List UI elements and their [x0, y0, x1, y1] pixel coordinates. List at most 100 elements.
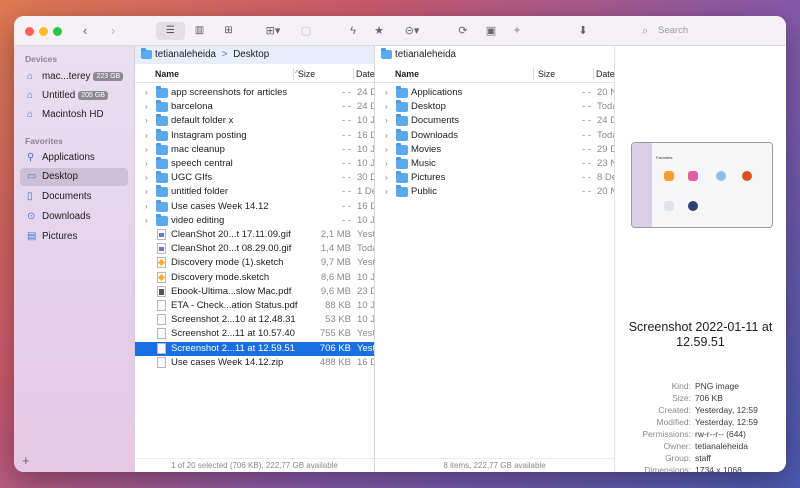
column-header: Name ^ Size Date: [135, 65, 375, 83]
meta-key: Created:: [658, 405, 691, 415]
file-row[interactable]: › video editing - - 10 J: [135, 213, 374, 228]
disclosure-chevron-icon[interactable]: ›: [145, 143, 148, 157]
sparkle-icon[interactable]: ✦: [510, 22, 524, 40]
file-date: Yest: [357, 257, 374, 269]
file-row[interactable]: › app screenshots for articles - - 24 D: [135, 86, 374, 100]
file-size: - -: [342, 214, 351, 226]
column-date-header[interactable]: Date: [596, 65, 615, 83]
file-row[interactable]: Use cases Week 14.12.zip 488 KB 16 D: [135, 356, 374, 370]
quick-action-icon[interactable]: ϟ: [346, 22, 360, 40]
file-row[interactable]: › Pictures - - 8 De: [375, 171, 614, 185]
sidebar-item-desktop[interactable]: ▭ Desktop: [20, 168, 128, 186]
disclosure-chevron-icon[interactable]: ›: [385, 100, 388, 114]
breadcrumb-leaf[interactable]: Desktop: [233, 49, 269, 60]
file-row[interactable]: › Movies - - 29 D: [375, 142, 614, 157]
sidebar-item-device-2[interactable]: ⌂ Untitled 205 GB: [20, 87, 128, 105]
file-row[interactable]: Screenshot 2...10 at 12.48.31 53 KB 10 J: [135, 313, 374, 327]
file-size: - -: [342, 158, 351, 169]
sidebar-item-downloads[interactable]: ⊙ Downloads: [20, 208, 128, 226]
search-input[interactable]: ⌕ Search: [636, 22, 776, 40]
add-sidebar-item-icon[interactable]: +: [22, 453, 30, 468]
disclosure-chevron-icon[interactable]: ›: [385, 114, 388, 128]
group-by-icon[interactable]: ⊞▾: [260, 22, 286, 40]
file-row[interactable]: › untitled folder - - 1 De: [135, 185, 374, 199]
terminal-icon[interactable]: ▣: [484, 22, 498, 40]
column-name-header[interactable]: Name: [155, 65, 179, 83]
file-row[interactable]: › default folder x - - 10 J: [135, 114, 374, 128]
columns-view-icon[interactable]: ▥: [185, 22, 214, 40]
folder-icon: [396, 185, 408, 198]
file-row[interactable]: › Desktop - - Toda: [375, 100, 614, 114]
sidebar-item-applications[interactable]: ⚲ Applications: [20, 149, 128, 167]
disclosure-chevron-icon[interactable]: ›: [145, 185, 148, 199]
disclosure-chevron-icon[interactable]: ›: [385, 157, 388, 171]
column-size-header[interactable]: Size: [538, 65, 555, 83]
sidebar-item-documents[interactable]: ▯ Documents: [20, 188, 128, 206]
icon-view-icon[interactable]: ⊞: [214, 22, 243, 40]
file-row[interactable]: › barcelona - - 24 D: [135, 100, 374, 114]
disclosure-chevron-icon[interactable]: ›: [385, 143, 388, 157]
file-row[interactable]: Screenshot 2...11 at 10.57.40 755 KB Yest: [135, 327, 374, 341]
disclosure-chevron-icon[interactable]: ›: [385, 185, 388, 199]
disclosure-chevron-icon[interactable]: ›: [145, 157, 148, 171]
file-row[interactable]: › mac cleanup - - 10 J: [135, 142, 374, 157]
meta-row: Permissions: rw-r--r-- (644): [615, 428, 786, 440]
folder-icon: [396, 128, 408, 141]
file-row[interactable]: › Documents - - 24 D: [375, 114, 614, 128]
preview-thumbnail[interactable]: Favorites: [631, 142, 773, 228]
refresh-icon[interactable]: ⟳: [456, 22, 470, 40]
pdf-file-icon: [157, 285, 166, 297]
file-row[interactable]: Discovery mode.sketch 8,6 MB 10 J: [135, 271, 374, 285]
chevron-left-icon[interactable]: ‹: [78, 22, 92, 40]
zoom-window-button[interactable]: [53, 27, 62, 36]
file-row[interactable]: › Use cases Week 14.12 - - 16 D: [135, 199, 374, 214]
more-actions-icon[interactable]: ⊝▾: [400, 22, 424, 40]
file-row[interactable]: › Downloads - - Toda: [375, 128, 614, 143]
minimize-window-button[interactable]: [39, 27, 48, 36]
file-name: Music: [411, 158, 436, 169]
list-view-icon[interactable]: ☰: [156, 22, 185, 40]
disclosure-chevron-icon[interactable]: ›: [385, 171, 388, 185]
disclosure-chevron-icon[interactable]: ›: [145, 171, 148, 185]
search-placeholder: Search: [658, 25, 689, 36]
column-name-header[interactable]: Name: [395, 65, 419, 83]
sidebar-item-pictures[interactable]: ▤ Pictures: [20, 228, 128, 246]
file-row[interactable]: › Applications - - 20 N: [375, 86, 614, 100]
breadcrumb-root[interactable]: tetianaleheida: [395, 49, 456, 60]
close-window-button[interactable]: [25, 27, 34, 36]
meta-key: Owner:: [663, 441, 691, 451]
disclosure-chevron-icon[interactable]: ›: [145, 214, 148, 228]
download-circle-icon[interactable]: ⬇: [576, 22, 590, 40]
file-row[interactable]: Discovery mode (1).sketch 9,7 MB Yest: [135, 256, 374, 270]
disclosure-chevron-icon[interactable]: ›: [145, 86, 148, 100]
file-size: 755 KB: [319, 328, 351, 340]
file-row[interactable]: Screenshot 2...11 at 12.59.51 706 KB Yest: [135, 341, 374, 356]
file-row[interactable]: › Instagram posting - - 16 D: [135, 128, 374, 143]
file-row[interactable]: CleanShot 20...t 08.29.00.gif 1,4 MB Toda: [135, 242, 374, 256]
file-row[interactable]: › speech central - - 10 J: [135, 157, 374, 171]
star-icon[interactable]: ★: [372, 22, 386, 40]
disclosure-chevron-icon[interactable]: ›: [145, 114, 148, 128]
chevron-right-icon[interactable]: ›: [106, 22, 120, 40]
left-file-pane: tetianaleheida > Desktop Name ^ Size Dat…: [135, 46, 375, 472]
file-date: 24 D: [357, 101, 374, 113]
file-row[interactable]: › Music - - 23 N: [375, 157, 614, 171]
column-date-header[interactable]: Date: [356, 65, 375, 83]
breadcrumb-root[interactable]: tetianaleheida: [155, 49, 216, 60]
file-row[interactable]: ETA - Check...ation Status.pdf 88 KB 10 J: [135, 299, 374, 313]
sidebar-item-device-1[interactable]: ⌂ mac...terey 223 GB: [20, 68, 128, 86]
file-row[interactable]: › UGC GIfs - - 30 D: [135, 171, 374, 185]
sidebar-item-device-3[interactable]: ⌂ Macintosh HD: [20, 106, 128, 124]
disclosure-chevron-icon[interactable]: ›: [145, 100, 148, 114]
meta-row: Owner: tetianaleheida: [615, 440, 786, 452]
disclosure-chevron-icon[interactable]: ›: [145, 129, 148, 143]
disclosure-chevron-icon[interactable]: ›: [145, 200, 148, 214]
new-file-icon[interactable]: ▢: [299, 22, 313, 40]
file-row[interactable]: Ebook-Ultima...slow Mac.pdf 9,6 MB 23 D: [135, 285, 374, 299]
disclosure-chevron-icon[interactable]: ›: [385, 129, 388, 143]
disclosure-chevron-icon[interactable]: ›: [385, 86, 388, 100]
file-row[interactable]: › Public - - 20 N: [375, 185, 614, 199]
file-row[interactable]: CleanShot 20...t 17.11.09.gif 2,1 MB Yest: [135, 228, 374, 242]
file-name: Instagram posting: [171, 129, 247, 141]
column-size-header[interactable]: Size: [298, 65, 315, 83]
